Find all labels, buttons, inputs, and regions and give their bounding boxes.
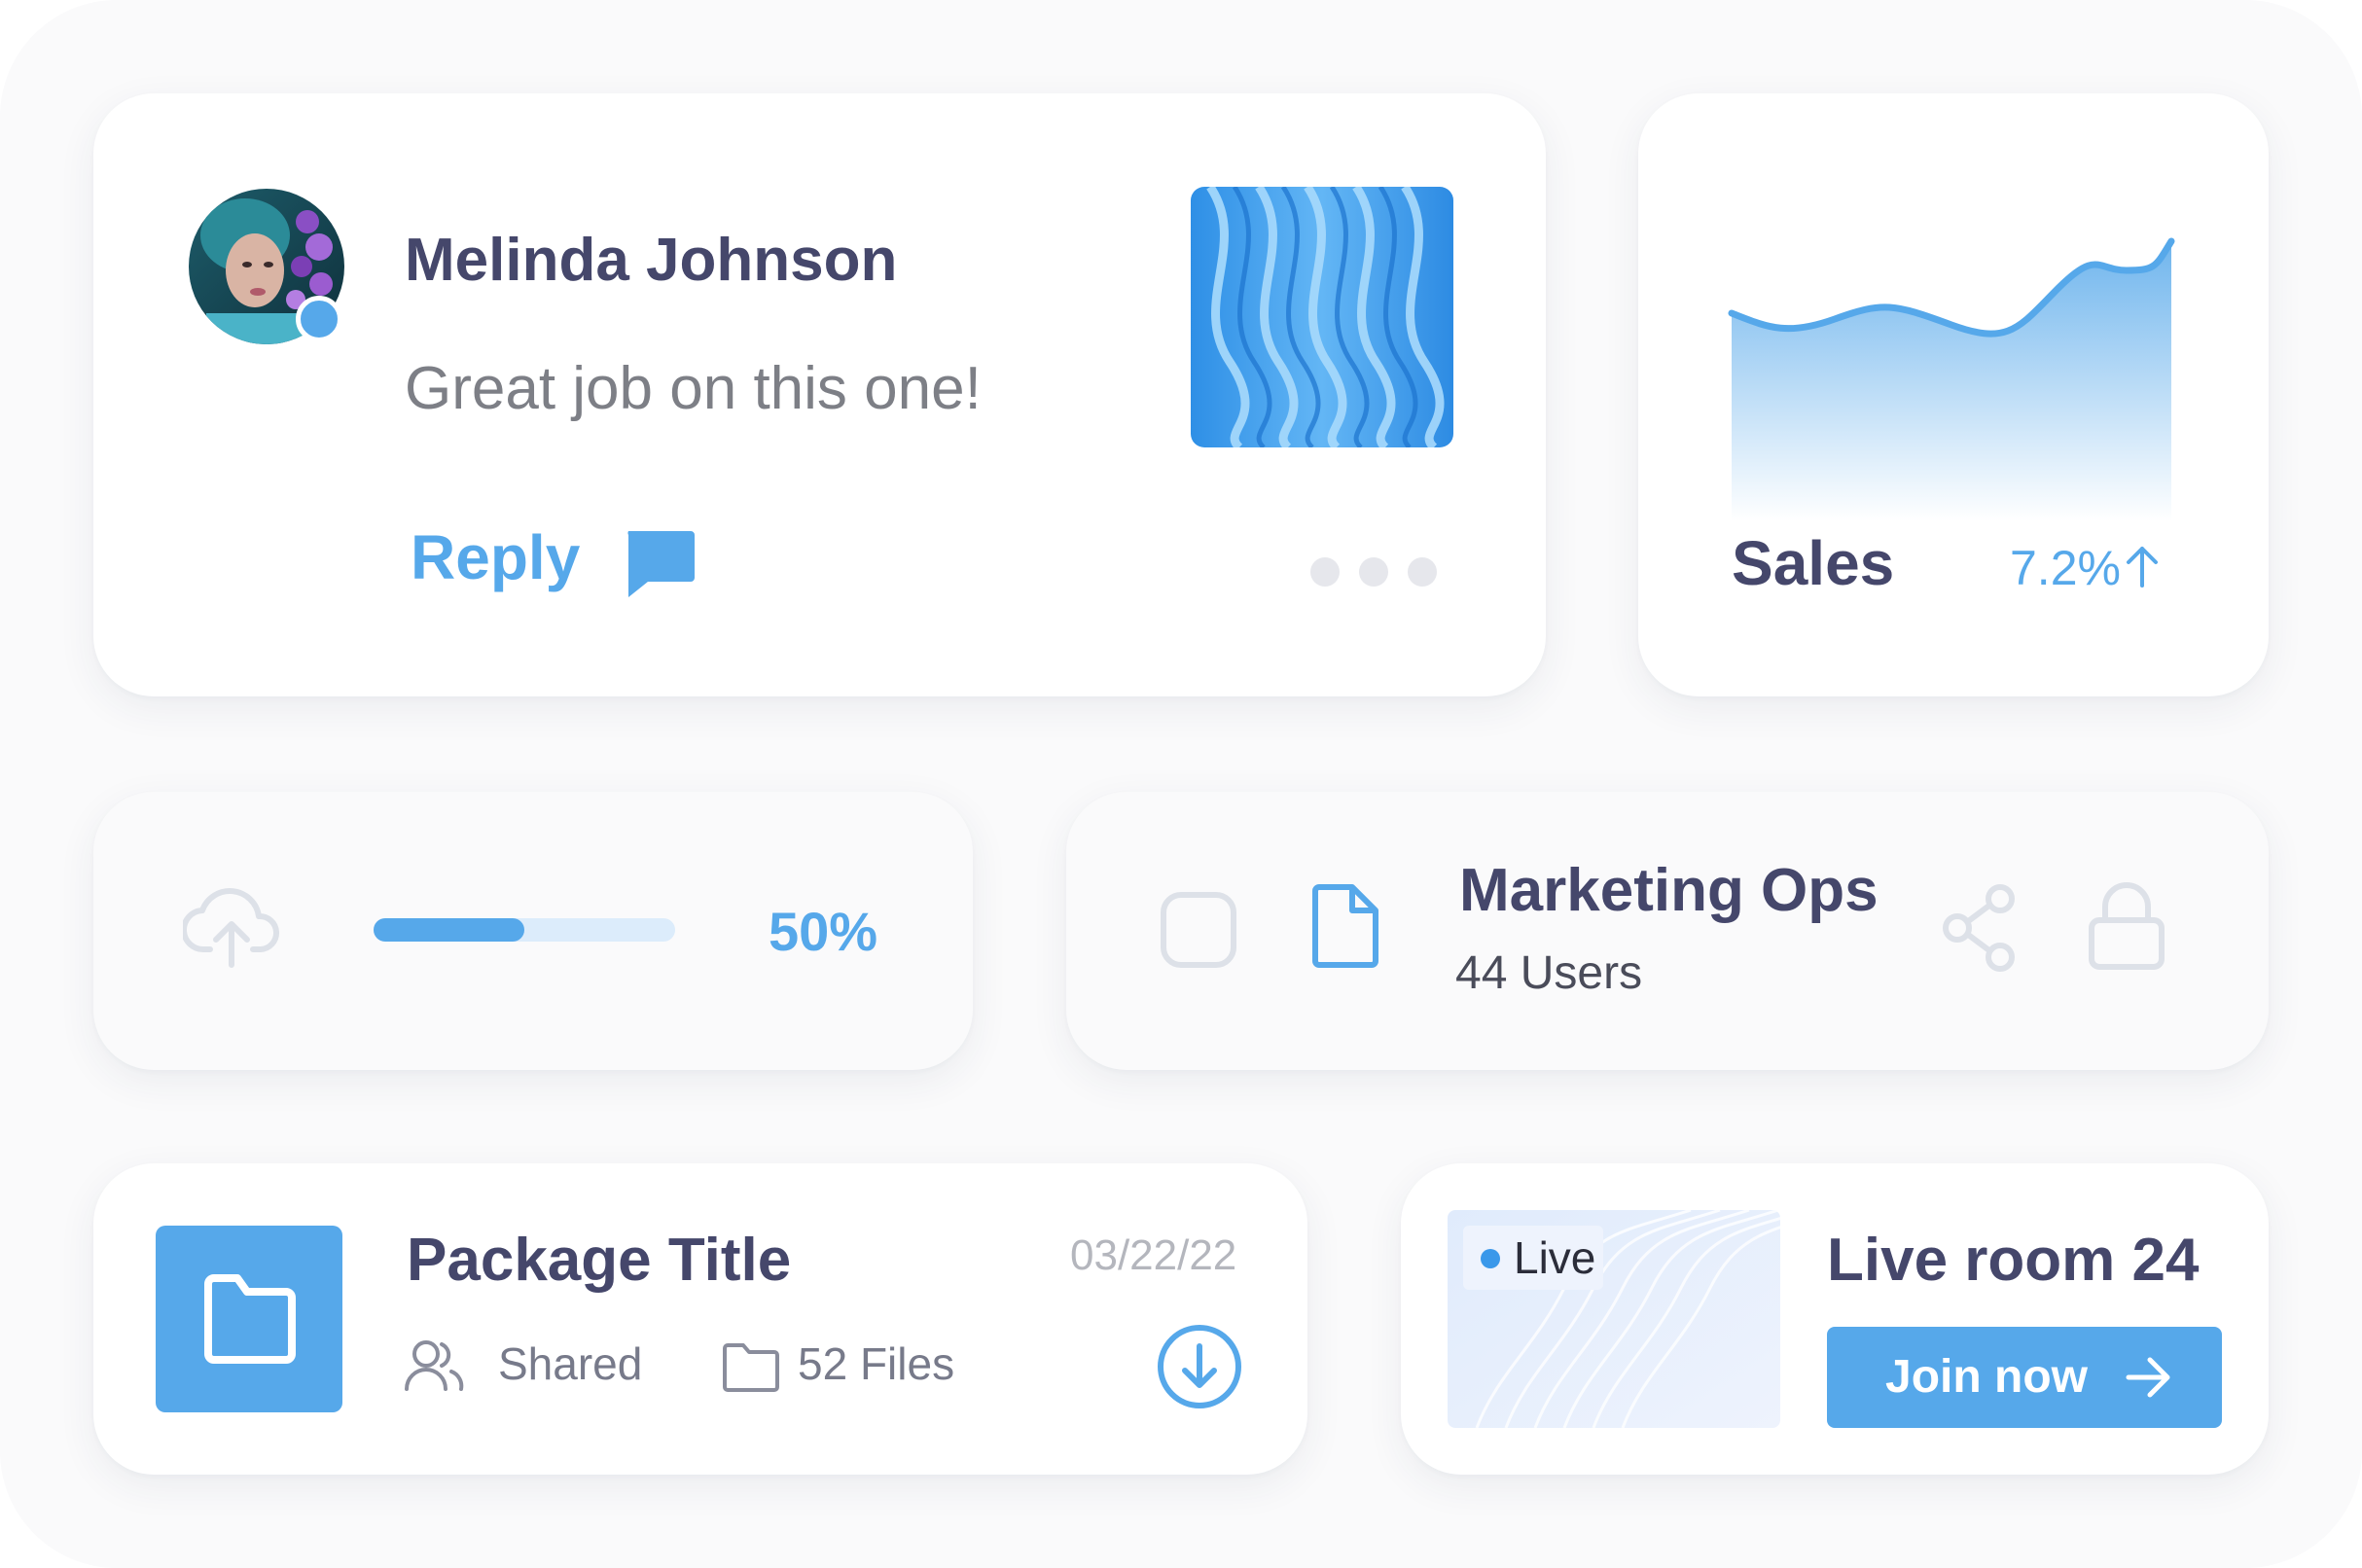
comment-icon[interactable] (623, 529, 697, 599)
reply-button[interactable]: Reply (411, 521, 580, 593)
package-card: Package Title 03/22/22 Shared 52 Files (93, 1163, 1307, 1475)
comment-message: Great job on this one! (405, 355, 982, 422)
folder-tile[interactable] (156, 1226, 342, 1412)
upload-progress-card: 50% (93, 792, 973, 1070)
group-card: Marketing Ops 44 Users (1066, 792, 2269, 1070)
select-checkbox[interactable] (1160, 891, 1237, 969)
group-title: Marketing Ops (1459, 857, 1879, 924)
arrow-up-icon (2123, 543, 2162, 589)
join-now-label: Join now (1885, 1351, 2088, 1403)
lock-icon[interactable] (2088, 881, 2165, 971)
ui-kit-canvas: Melinda Johnson Great job on this one! R… (0, 0, 2362, 1568)
shared-label: Shared (498, 1338, 643, 1389)
files-folder-icon (722, 1342, 780, 1393)
wave-thumbnail-image[interactable] (1191, 187, 1453, 447)
live-badge: Live (1463, 1226, 1603, 1290)
files-count: 52 Files (798, 1338, 955, 1389)
group-member-count: 44 Users (1455, 947, 1643, 999)
comment-author-name: Melinda Johnson (405, 227, 898, 294)
live-room-title: Live room 24 (1827, 1227, 2200, 1294)
package-date: 03/22/22 (1070, 1231, 1237, 1279)
document-icon (1309, 883, 1379, 971)
sales-card: Sales 7.2% (1638, 93, 2269, 696)
progress-percentage: 50% (769, 901, 878, 962)
download-button[interactable] (1156, 1323, 1243, 1410)
users-icon (403, 1338, 465, 1393)
live-indicator-dot (1481, 1249, 1500, 1268)
share-icon[interactable] (1940, 883, 2022, 973)
online-status-dot (296, 296, 342, 342)
folder-icon (204, 1274, 296, 1364)
progress-fill (374, 918, 524, 942)
cloud-upload-icon[interactable] (183, 885, 280, 969)
more-options-button[interactable] (1309, 556, 1438, 588)
live-badge-label: Live (1514, 1232, 1596, 1283)
package-title: Package Title (407, 1227, 792, 1294)
download-icon (1158, 1325, 1241, 1408)
join-now-button[interactable]: Join now (1827, 1327, 2222, 1428)
live-room-card: Live Live room 24 Join now (1401, 1163, 2269, 1475)
arrow-right-icon (2125, 1356, 2173, 1399)
sales-change-value: 7.2% (2010, 541, 2121, 595)
sales-area-chart (1728, 230, 2177, 521)
progress-track (374, 918, 675, 942)
comment-card: Melinda Johnson Great job on this one! R… (93, 93, 1546, 696)
sales-label: Sales (1732, 528, 1895, 598)
